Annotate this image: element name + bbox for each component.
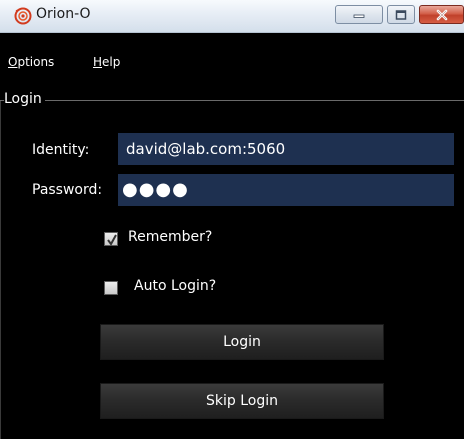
remember-checkbox[interactable] [104,232,118,246]
menu-options[interactable]: Options [8,55,54,69]
maximize-button[interactable] [387,5,415,24]
login-group-border [0,100,464,101]
checkmark-icon [107,234,117,246]
close-icon [436,9,447,20]
login-group-title: Login [4,91,45,107]
auto-login-label[interactable]: Auto Login? [134,278,216,294]
menu-help-label: elp [102,55,121,69]
minimize-button[interactable] [335,5,383,24]
menu-help-mnemonic: H [93,55,103,69]
title-bar[interactable]: Orion-O [0,0,464,33]
orion-window: Orion-O Options Help Login Identity: dav… [0,0,464,439]
orion-app-icon[interactable] [14,7,32,25]
skip-login-button[interactable]: Skip Login [100,383,384,419]
remember-label[interactable]: Remember? [128,229,212,245]
identity-label: Identity: [32,142,90,158]
menu-options-label: ptions [17,55,55,69]
password-field[interactable]: ●●●● [118,174,454,206]
close-button[interactable] [419,5,464,24]
window-title: Orion-O [36,6,91,22]
maximize-icon [395,9,407,20]
login-group-left-border [0,101,1,439]
login-button[interactable]: Login [100,324,384,360]
minimize-icon [353,14,365,18]
identity-field[interactable]: david@lab.com:5060 [118,133,454,165]
menu-help[interactable]: Help [93,55,120,69]
auto-login-checkbox[interactable] [104,281,118,295]
password-label: Password: [32,182,103,198]
